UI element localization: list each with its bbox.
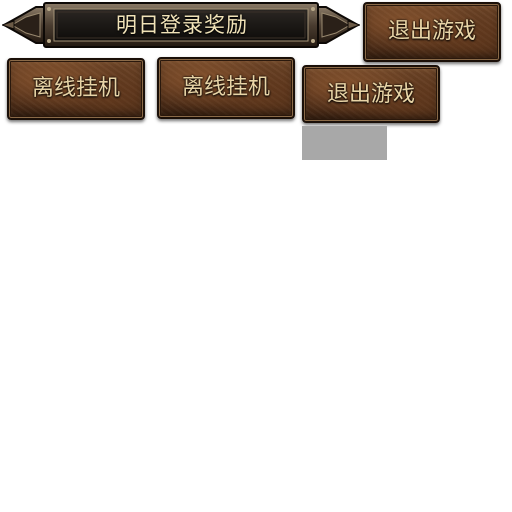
- offline-afk-button-2[interactable]: 离线挂机: [157, 57, 295, 119]
- tomorrow-login-reward-banner: 明日登录奖励: [2, 1, 360, 49]
- exit-game-button-bottom[interactable]: 退出游戏: [302, 65, 440, 123]
- left-ornament: [2, 6, 49, 44]
- exit-game-label: 退出游戏: [387, 19, 476, 44]
- right-ornament: [313, 6, 360, 44]
- ui-sprite-sheet: 明日登录奖励 退出游戏 离线挂机 离线挂机 退出游戏: [0, 0, 512, 512]
- exit-game-label: 退出游戏: [326, 82, 415, 107]
- offline-afk-button-1[interactable]: 离线挂机: [7, 58, 145, 120]
- grey-placeholder-block: [302, 126, 387, 160]
- banner-title: 明日登录奖励: [116, 13, 248, 37]
- offline-afk-label: 离线挂机: [181, 75, 270, 100]
- offline-afk-label: 离线挂机: [31, 76, 120, 101]
- exit-game-button-top[interactable]: 退出游戏: [363, 2, 501, 62]
